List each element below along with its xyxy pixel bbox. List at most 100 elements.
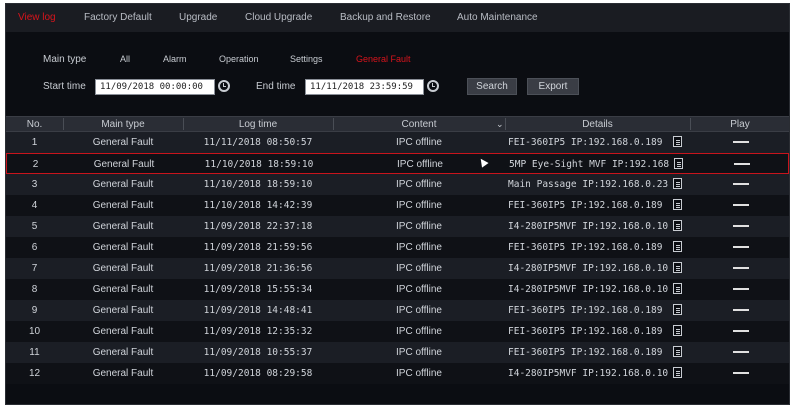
table-row[interactable]: 5 General Fault 11/09/2018 22:37:18 IPC off… bbox=[6, 216, 789, 237]
table-row[interactable]: 2 General Fault 11/10/2018 18:59:10 IPC off… bbox=[6, 153, 789, 174]
table-row[interactable]: 3 General Fault 11/10/2018 18:59:10 IPC off… bbox=[6, 174, 789, 195]
main-type-label: Main type bbox=[43, 54, 87, 65]
table-row[interactable]: 8 General Fault 11/09/2018 15:55:34 IPC off… bbox=[6, 279, 789, 300]
cell-no: 10 bbox=[28, 326, 41, 337]
table-row[interactable]: 10 General Fault 11/09/2018 12:35:32 IPC of… bbox=[6, 321, 789, 342]
chevron-down-icon[interactable]: ⌄ bbox=[496, 119, 504, 130]
tab-backup-restore[interactable]: Backup and Restore bbox=[340, 12, 431, 23]
play-dash-icon[interactable] bbox=[733, 288, 749, 290]
table-row[interactable]: 1 General Fault 11/11/2018 08:50:57 IPC off… bbox=[6, 132, 789, 153]
document-icon[interactable] bbox=[674, 158, 683, 169]
table-row[interactable]: 7 General Fault 11/09/2018 21:36:56 IPC off… bbox=[6, 258, 789, 279]
cell-details: FEI-360IP5 IP:192.168.0.189 bbox=[508, 137, 663, 148]
table-row[interactable]: 11 General Fault 11/09/2018 10:55:37 IPC of… bbox=[6, 342, 789, 363]
cell-main-type: General Fault bbox=[92, 242, 154, 253]
table-row[interactable]: 6 General Fault 11/09/2018 21:59:56 IPC off… bbox=[6, 237, 789, 258]
tab-factory-default[interactable]: Factory Default bbox=[84, 12, 152, 23]
play-dash-icon[interactable] bbox=[733, 309, 749, 311]
play-dash-icon[interactable] bbox=[733, 183, 749, 185]
end-clock-icon[interactable] bbox=[427, 80, 439, 92]
document-icon[interactable] bbox=[673, 283, 682, 294]
cell-main-type: General Fault bbox=[92, 368, 154, 379]
cell-log-time: 11/10/2018 14:42:39 bbox=[203, 200, 313, 211]
cell-no: 8 bbox=[31, 284, 38, 295]
cell-content: IPC offline bbox=[396, 305, 442, 316]
play-dash-icon[interactable] bbox=[733, 246, 749, 248]
cell-log-time: 11/09/2018 22:37:18 bbox=[203, 221, 313, 232]
cell-no: 7 bbox=[31, 263, 38, 274]
cell-no: 4 bbox=[31, 200, 38, 211]
play-dash-icon[interactable] bbox=[733, 141, 749, 143]
log-window: View log Factory Default Upgrade Cloud U… bbox=[5, 3, 790, 405]
cell-details: 5MP Eye-Sight MVF IP:192.168... bbox=[509, 159, 669, 170]
document-icon[interactable] bbox=[673, 178, 682, 189]
document-icon[interactable] bbox=[673, 262, 682, 273]
chip-all[interactable]: All bbox=[120, 54, 130, 64]
chip-alarm[interactable]: Alarm bbox=[163, 54, 187, 64]
play-dash-icon[interactable] bbox=[733, 267, 749, 269]
cell-no: 1 bbox=[31, 137, 38, 148]
play-dash-icon[interactable] bbox=[733, 372, 749, 374]
cell-content: IPC offline bbox=[396, 137, 442, 148]
document-icon[interactable] bbox=[673, 220, 682, 231]
cell-content: IPC offline bbox=[396, 347, 442, 358]
cell-no: 2 bbox=[32, 159, 39, 170]
play-dash-icon[interactable] bbox=[734, 163, 750, 165]
table-row[interactable]: 4 General Fault 11/10/2018 14:42:39 IPC off… bbox=[6, 195, 789, 216]
cell-log-time: 11/09/2018 14:48:41 bbox=[203, 305, 313, 316]
cell-content: IPC offline bbox=[396, 221, 442, 232]
cell-no: 5 bbox=[31, 221, 38, 232]
header-log-time[interactable]: Log time bbox=[183, 119, 333, 130]
header-play[interactable]: Play bbox=[690, 119, 790, 130]
cell-log-time: 11/09/2018 10:55:37 bbox=[203, 347, 313, 358]
search-button[interactable]: Search bbox=[467, 78, 517, 95]
cell-main-type: General Fault bbox=[92, 137, 154, 148]
cell-main-type: General Fault bbox=[92, 263, 154, 274]
header-main-type[interactable]: Main type bbox=[63, 119, 183, 130]
cell-no: 9 bbox=[31, 305, 38, 316]
table-row[interactable]: 12 General Fault 11/09/2018 08:29:58 IPC of… bbox=[6, 363, 789, 384]
cell-log-time: 11/09/2018 12:35:32 bbox=[203, 326, 313, 337]
document-icon[interactable] bbox=[673, 199, 682, 210]
play-dash-icon[interactable] bbox=[733, 204, 749, 206]
cell-content: IPC offline bbox=[396, 326, 442, 337]
play-dash-icon[interactable] bbox=[733, 330, 749, 332]
cell-content: IPC offline bbox=[396, 200, 442, 211]
start-clock-icon[interactable] bbox=[218, 80, 230, 92]
tab-cloud-upgrade[interactable]: Cloud Upgrade bbox=[245, 12, 312, 23]
cell-main-type: General Fault bbox=[92, 179, 154, 190]
cell-log-time: 11/11/2018 08:50:57 bbox=[203, 137, 313, 148]
chip-settings[interactable]: Settings bbox=[290, 54, 323, 64]
chip-general-fault[interactable]: General Fault bbox=[356, 54, 411, 64]
tab-view-log[interactable]: View log bbox=[18, 12, 56, 23]
chip-operation[interactable]: Operation bbox=[219, 54, 259, 64]
end-time-field[interactable]: 11/11/2018 23:59:59 bbox=[305, 79, 424, 95]
cell-details: FEI-360IP5 IP:192.168.0.189 bbox=[508, 200, 663, 211]
document-icon[interactable] bbox=[673, 325, 682, 336]
cell-main-type: General Fault bbox=[92, 305, 154, 316]
cell-main-type: General Fault bbox=[92, 347, 154, 358]
start-time-field[interactable]: 11/09/2018 00:00:00 bbox=[95, 79, 215, 95]
document-icon[interactable] bbox=[673, 136, 682, 147]
play-dash-icon[interactable] bbox=[733, 225, 749, 227]
filter-panel: Main type All Alarm Operation Settings G… bbox=[6, 32, 789, 104]
header-details[interactable]: Details bbox=[505, 119, 690, 130]
document-icon[interactable] bbox=[673, 367, 682, 378]
table-header: No. Main type Log time Content ⌄ Details… bbox=[6, 116, 789, 132]
header-content[interactable]: Content bbox=[333, 119, 505, 130]
table-row[interactable]: 9 General Fault 11/09/2018 14:48:41 IPC off… bbox=[6, 300, 789, 321]
header-no[interactable]: No. bbox=[6, 119, 63, 130]
document-icon[interactable] bbox=[673, 304, 682, 315]
cell-details: I4-280IP5MVF IP:192.168.0.108 bbox=[508, 368, 668, 379]
cell-details: FEI-360IP5 IP:192.168.0.189 bbox=[508, 305, 663, 316]
cell-main-type: General Fault bbox=[93, 159, 155, 170]
document-icon[interactable] bbox=[673, 241, 682, 252]
cell-details: FEI-360IP5 IP:192.168.0.189 bbox=[508, 242, 663, 253]
play-dash-icon[interactable] bbox=[733, 351, 749, 353]
tab-upgrade[interactable]: Upgrade bbox=[179, 12, 217, 23]
export-button[interactable]: Export bbox=[527, 78, 579, 95]
tab-auto-maintenance[interactable]: Auto Maintenance bbox=[457, 12, 538, 23]
cell-log-time: 11/09/2018 21:36:56 bbox=[203, 263, 313, 274]
cell-log-time: 11/09/2018 08:29:58 bbox=[203, 368, 313, 379]
document-icon[interactable] bbox=[673, 346, 682, 357]
